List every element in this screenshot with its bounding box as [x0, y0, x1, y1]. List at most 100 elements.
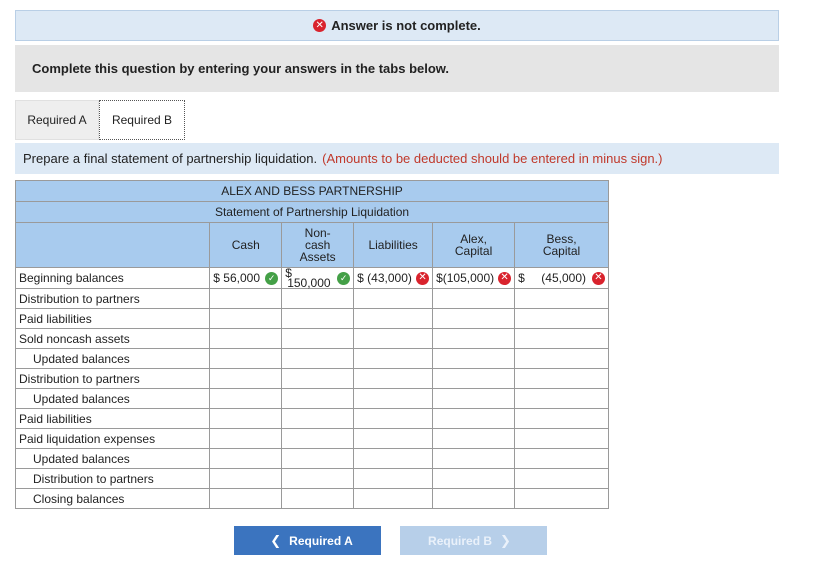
bess-capital-input[interactable] — [514, 388, 609, 409]
row-label: Updated balances — [14, 388, 211, 409]
prompt-note: (Amounts to be deducted should be entere… — [322, 151, 663, 166]
alex-capital-input[interactable] — [432, 308, 516, 329]
liabilities-input[interactable] — [353, 488, 434, 509]
beginning-bess-input[interactable]: $ (45,000) ✕ — [514, 267, 609, 289]
cash-input[interactable] — [209, 448, 283, 469]
row-label: Distribution to partners — [14, 468, 211, 489]
cash-input[interactable] — [209, 428, 283, 449]
row-label: Distribution to partners — [14, 288, 211, 309]
answer-status-banner: ✕ Answer is not complete. — [15, 10, 779, 41]
beginning-alex-input[interactable]: $(105,000) ✕ — [432, 267, 516, 289]
liabilities-input[interactable] — [353, 388, 434, 409]
col-header-liabilities: Liabilities — [353, 222, 434, 268]
bess-capital-input[interactable] — [514, 348, 609, 369]
tab-bar: Required A Required B — [15, 100, 185, 142]
noncash-input[interactable] — [281, 368, 355, 389]
row-label: Paid liquidation expenses — [14, 428, 211, 449]
liabilities-input[interactable] — [353, 328, 434, 349]
bess-capital-input[interactable] — [514, 448, 609, 469]
beginning-alex-value: $(105,000) — [436, 271, 495, 285]
col-header-alex-text: Alex, Capital — [454, 232, 493, 258]
correct-check-icon: ✓ — [337, 271, 351, 285]
beginning-liabilities-input[interactable]: $ (43,000) ✕ — [353, 267, 434, 289]
cash-input[interactable] — [209, 488, 283, 509]
tab-required-b[interactable]: Required B — [99, 100, 185, 140]
liquidation-table: ALEX AND BESS PARTNERSHIP Statement of P… — [14, 180, 609, 509]
col-header-noncash-text: Non-cash Assets — [299, 226, 336, 264]
incorrect-x-icon: ✕ — [416, 271, 430, 285]
liabilities-input[interactable] — [353, 448, 434, 469]
instruction-text: Complete this question by entering your … — [32, 61, 450, 76]
bess-capital-input[interactable] — [514, 428, 609, 449]
alex-capital-input[interactable] — [432, 468, 516, 489]
alex-capital-input[interactable] — [432, 428, 516, 449]
liabilities-input[interactable] — [353, 348, 434, 369]
liabilities-input[interactable] — [353, 288, 434, 309]
noncash-input[interactable] — [281, 448, 355, 469]
col-header-cash: Cash — [209, 222, 283, 268]
error-x-icon: ✕ — [313, 19, 327, 32]
prompt-text: Prepare a final statement of partnership… — [23, 151, 318, 166]
cash-input[interactable] — [209, 388, 283, 409]
tab-required-b-label: Required B — [111, 113, 173, 127]
liabilities-input[interactable] — [353, 308, 434, 329]
bess-capital-input[interactable] — [514, 408, 609, 429]
noncash-input[interactable] — [281, 348, 355, 369]
tab-required-a[interactable]: Required A — [15, 100, 99, 140]
alex-capital-input[interactable] — [432, 348, 516, 369]
cash-input[interactable] — [209, 348, 283, 369]
row-label: Paid liabilities — [14, 408, 211, 429]
cash-input[interactable] — [209, 408, 283, 429]
row-label-beginning: Beginning balances — [14, 267, 211, 289]
incorrect-x-icon: ✕ — [592, 271, 605, 285]
bess-capital-input[interactable] — [514, 328, 609, 349]
statement-title: Statement of Partnership Liquidation — [15, 201, 609, 223]
noncash-input[interactable] — [281, 328, 355, 349]
noncash-input[interactable] — [281, 288, 355, 309]
alex-capital-input[interactable] — [432, 288, 516, 309]
beginning-cash-input[interactable]: $ 56,000 ✓ — [209, 267, 283, 289]
noncash-input[interactable] — [281, 408, 355, 429]
cash-input[interactable] — [209, 288, 283, 309]
row-label: Distribution to partners — [14, 368, 211, 389]
company-name: ALEX AND BESS PARTNERSHIP — [15, 180, 609, 202]
alex-capital-input[interactable] — [432, 488, 516, 509]
alex-capital-input[interactable] — [432, 368, 516, 389]
prompt-bar: Prepare a final statement of partnership… — [15, 143, 779, 174]
noncash-input[interactable] — [281, 428, 355, 449]
liabilities-input[interactable] — [353, 368, 434, 389]
next-required-b-button[interactable]: Required B ❯ — [400, 526, 547, 555]
noncash-input[interactable] — [281, 468, 355, 489]
alex-capital-input[interactable] — [432, 408, 516, 429]
alex-capital-input[interactable] — [432, 328, 516, 349]
beginning-bess-prefix: $ — [518, 271, 525, 285]
liabilities-input[interactable] — [353, 468, 434, 489]
alex-capital-input[interactable] — [432, 388, 516, 409]
bess-capital-input[interactable] — [514, 488, 609, 509]
prev-required-a-button[interactable]: ❮ Required A — [234, 526, 381, 555]
col-header-bess: Bess, Capital — [514, 222, 609, 268]
bess-capital-input[interactable] — [514, 368, 609, 389]
liabilities-input[interactable] — [353, 428, 434, 449]
cash-input[interactable] — [209, 328, 283, 349]
noncash-input[interactable] — [281, 308, 355, 329]
incorrect-x-icon: ✕ — [498, 271, 512, 285]
row-label: Sold noncash assets — [14, 328, 211, 349]
beginning-cash-value: $ 56,000 — [213, 271, 260, 285]
bess-capital-input[interactable] — [514, 308, 609, 329]
cash-input[interactable] — [209, 468, 283, 489]
row-label: Paid liabilities — [14, 308, 211, 329]
liabilities-input[interactable] — [353, 408, 434, 429]
noncash-input[interactable] — [281, 488, 355, 509]
bess-capital-input[interactable] — [514, 288, 609, 309]
bess-capital-input[interactable] — [514, 468, 609, 489]
cash-input[interactable] — [209, 368, 283, 389]
alex-capital-input[interactable] — [432, 448, 516, 469]
cash-input[interactable] — [209, 308, 283, 329]
row-label: Updated balances — [14, 348, 211, 369]
row-label: Updated balances — [14, 448, 211, 469]
beginning-noncash-input[interactable]: $ 150,000 ✓ — [281, 267, 355, 289]
chevron-right-icon: ❯ — [500, 532, 511, 548]
noncash-input[interactable] — [281, 388, 355, 409]
col-header-noncash: Non-cash Assets — [281, 222, 355, 268]
